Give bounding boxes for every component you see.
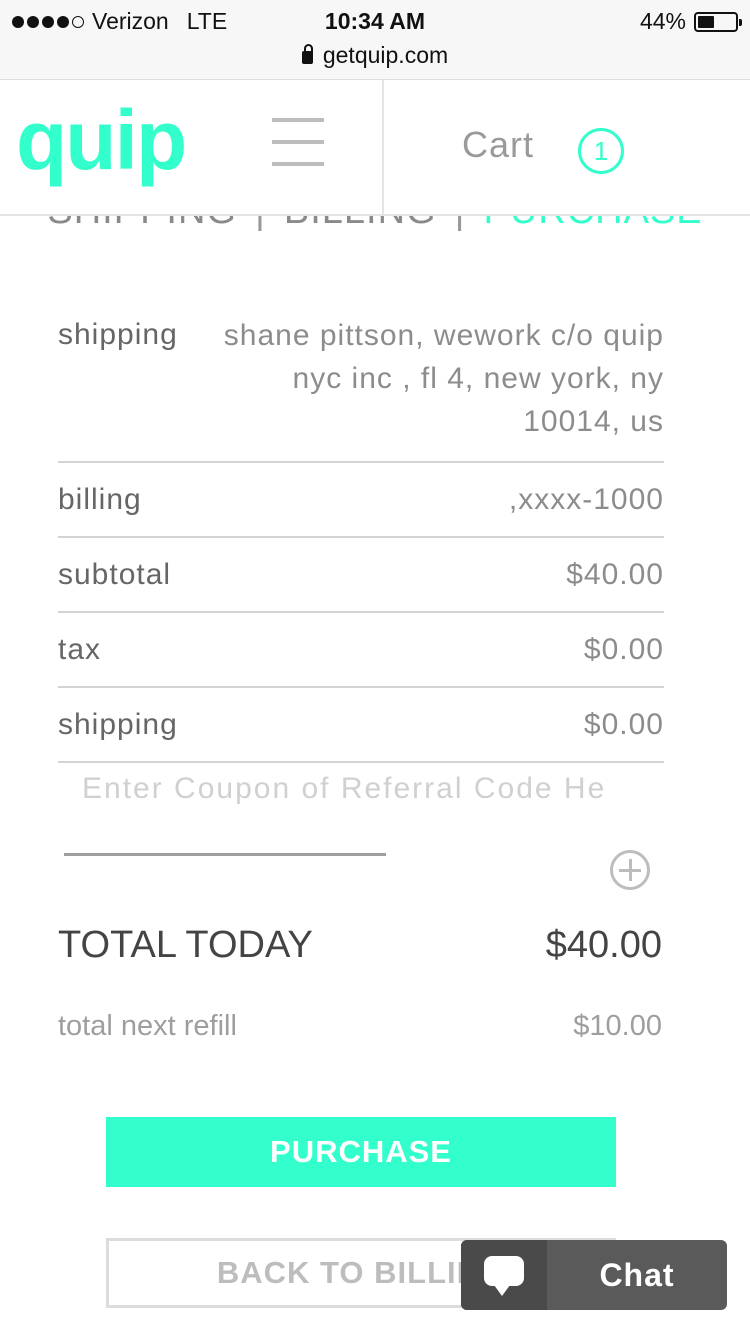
coupon-input[interactable]: Enter Coupon of Referral Code He xyxy=(82,772,606,806)
chat-widget-button[interactable]: Chat xyxy=(461,1240,727,1310)
billing-label: billing xyxy=(58,482,142,516)
site-header: quip Cart 1 xyxy=(0,80,750,216)
hamburger-menu-icon[interactable] xyxy=(272,118,324,172)
summary-row-shipping-cost: shipping $0.00 xyxy=(58,688,664,763)
total-today-value: $40.00 xyxy=(545,924,662,966)
summary-row-tax: tax $0.00 xyxy=(58,613,664,688)
speech-bubble-icon xyxy=(484,1256,524,1296)
address-bar[interactable]: getquip.com xyxy=(0,42,750,69)
total-today-label: TOTAL TODAY xyxy=(58,924,313,966)
coupon-input-underline xyxy=(64,853,386,856)
summary-row-shipping-address: shipping shane pittson, wework c/o quip … xyxy=(58,300,664,463)
battery-status: 44% xyxy=(639,8,742,35)
url-text: getquip.com xyxy=(322,42,449,68)
summary-row-billing: billing ,xxxx-1000 xyxy=(58,463,664,538)
chat-icon-container xyxy=(461,1240,547,1310)
shipping-address: shane pittson, wework c/o quip nyc inc ,… xyxy=(223,319,664,438)
header-brand-area: quip xyxy=(0,80,384,216)
battery-percent: 44% xyxy=(639,8,686,34)
subtotal-value: $40.00 xyxy=(566,557,664,591)
quip-logo[interactable]: quip xyxy=(16,98,187,182)
clock: 10:34 AM xyxy=(324,8,426,34)
battery-icon xyxy=(694,11,742,32)
next-refill-value: $10.00 xyxy=(573,1010,662,1042)
cart-button[interactable]: Cart 1 xyxy=(384,80,750,214)
battery-level xyxy=(698,15,714,28)
status-bar: Verizon LTE 10:34 AM getquip.com 44% xyxy=(0,0,750,80)
tax-label: tax xyxy=(58,632,102,666)
billing-card: ,xxxx-1000 xyxy=(508,482,664,516)
chat-label: Chat xyxy=(599,1256,675,1293)
tax-value: $0.00 xyxy=(583,632,664,666)
cart-label: Cart xyxy=(462,124,535,165)
next-refill-label: total next refill xyxy=(58,1010,237,1042)
subtotal-label: subtotal xyxy=(58,557,172,591)
shipping-cost-value: $0.00 xyxy=(583,707,664,741)
add-coupon-plus-icon[interactable] xyxy=(610,850,650,890)
cart-count-badge: 1 xyxy=(578,128,624,174)
order-summary: shipping shane pittson, wework c/o quip … xyxy=(58,300,664,763)
summary-row-subtotal: subtotal $40.00 xyxy=(58,538,664,613)
shipping-label: shipping xyxy=(58,318,178,351)
purchase-button[interactable]: PURCHASE xyxy=(106,1117,616,1187)
shipping-cost-label: shipping xyxy=(58,707,178,741)
lock-icon xyxy=(301,44,313,64)
